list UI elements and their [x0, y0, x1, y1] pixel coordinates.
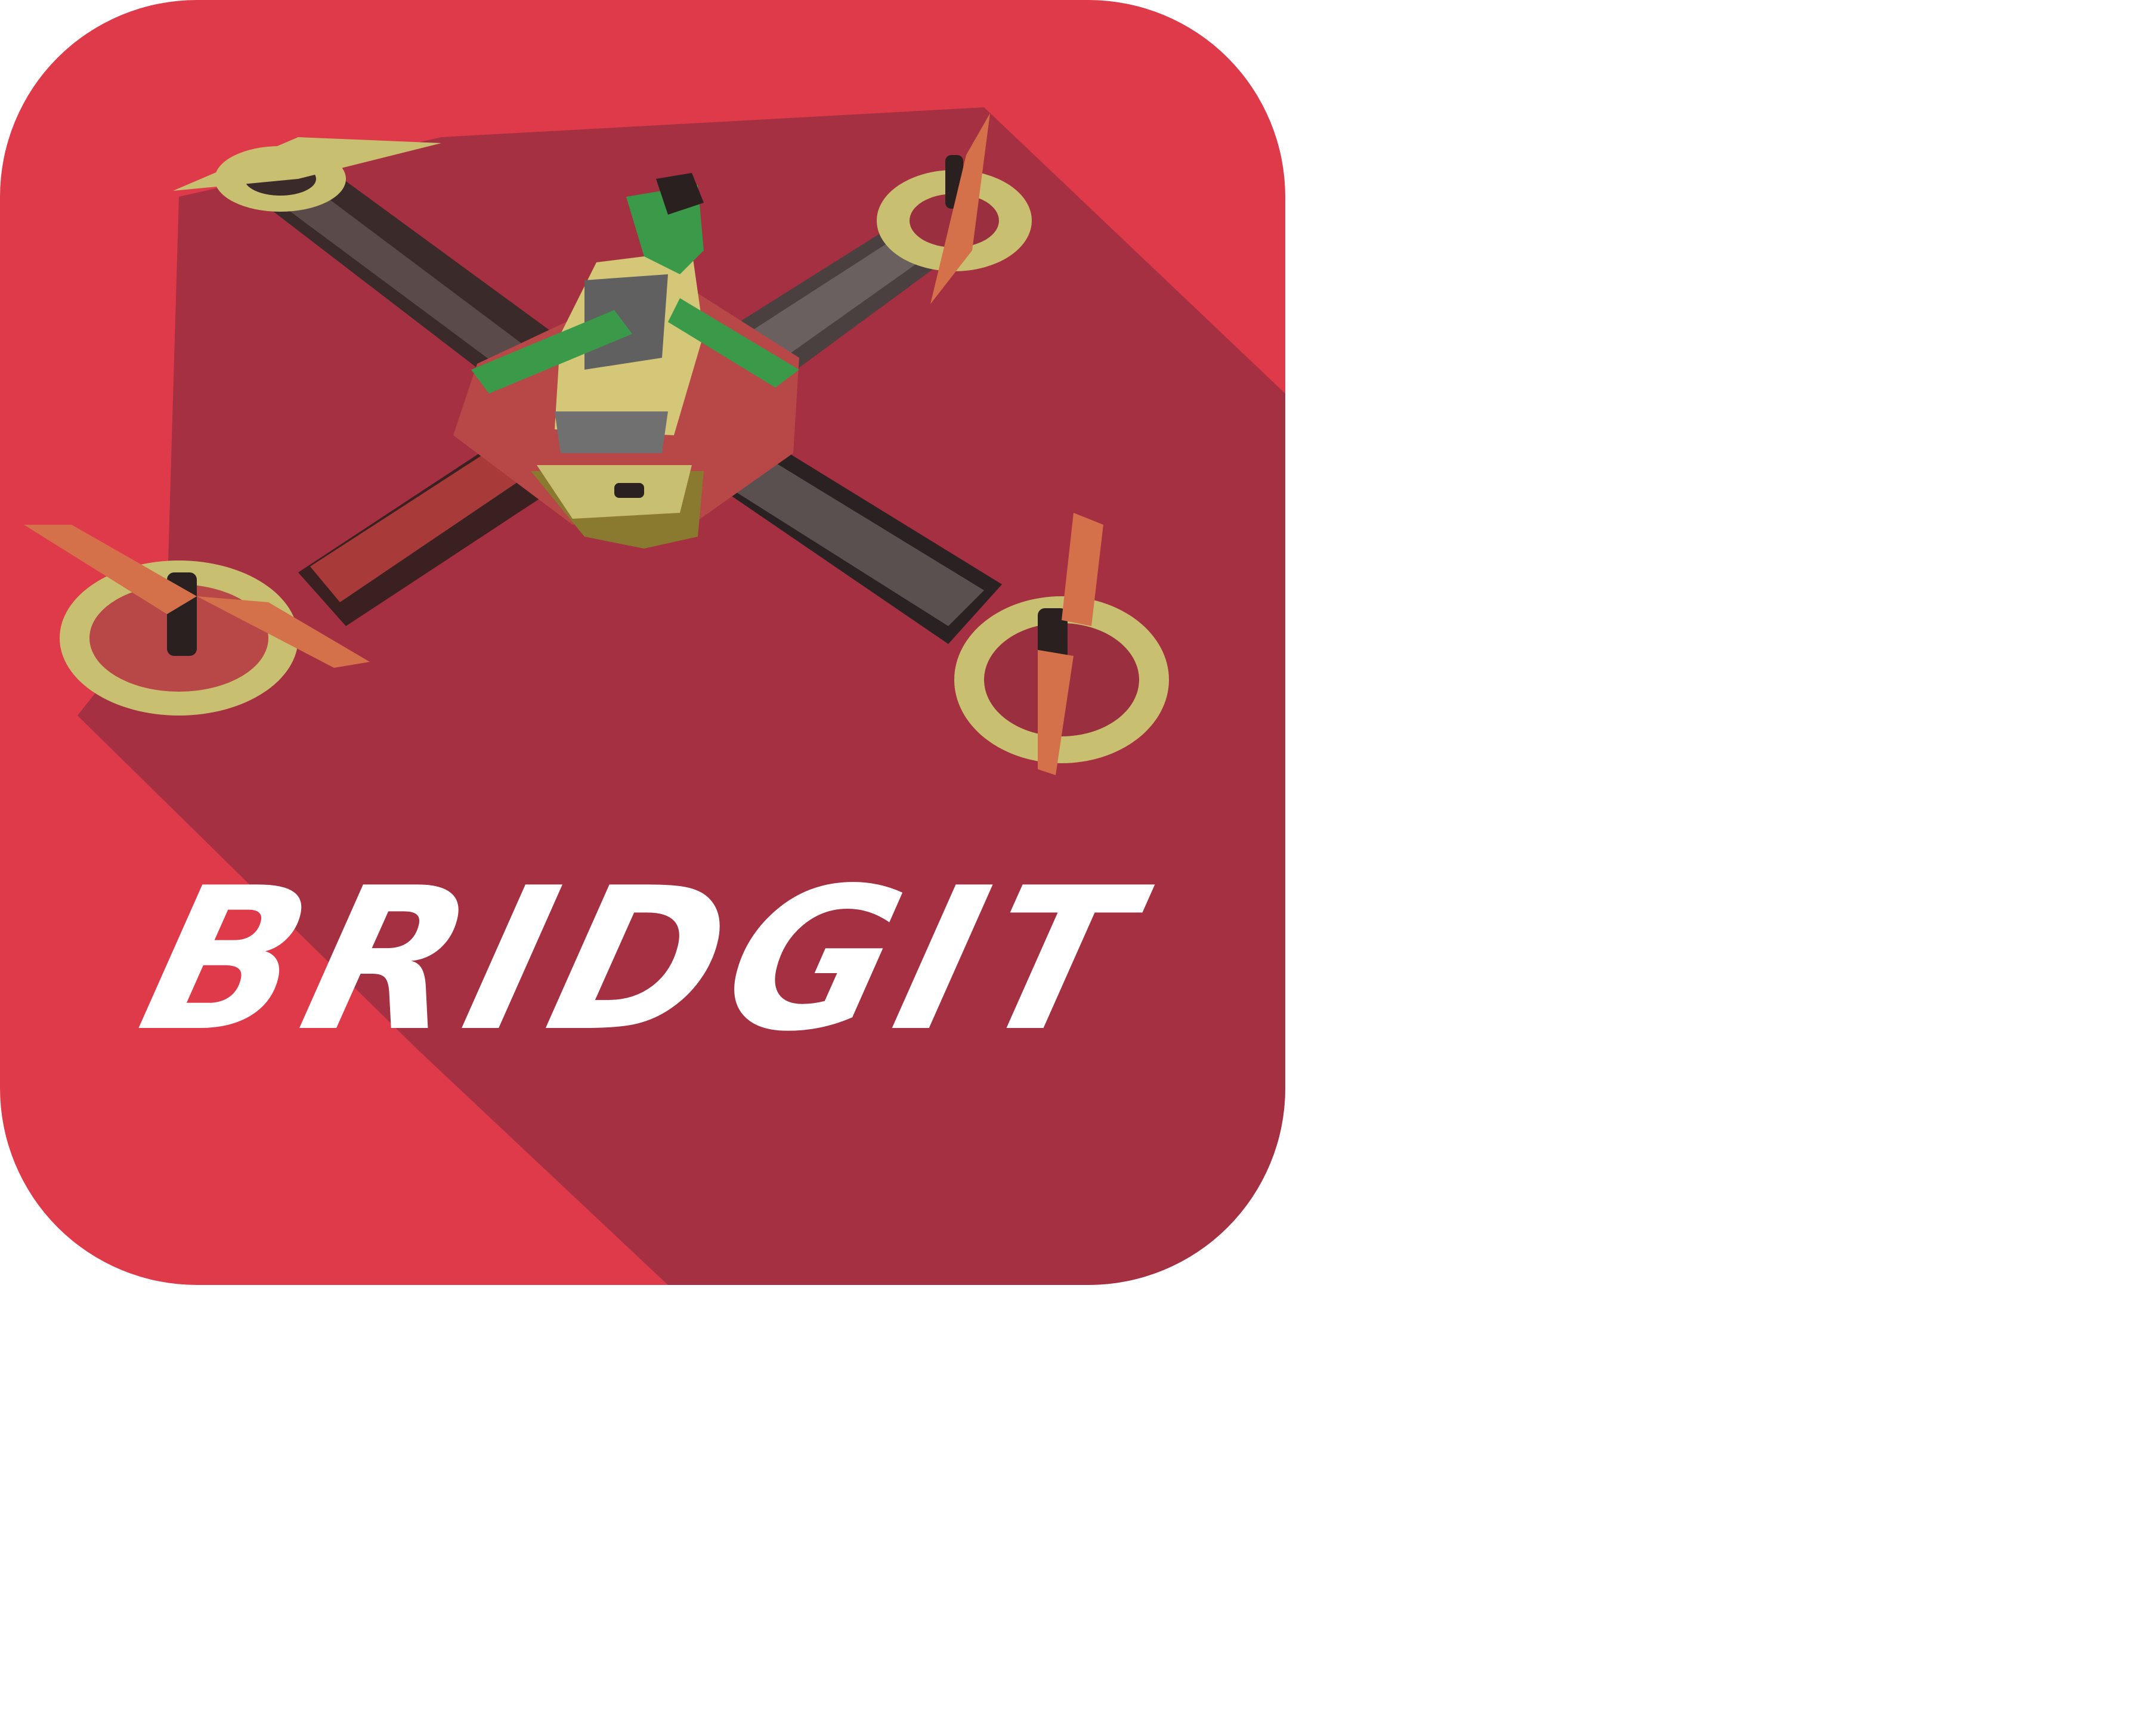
motor-mount-front-left — [60, 560, 298, 716]
quadcopter-drone-icon — [24, 107, 1285, 1285]
app-icon: BRIDGIT — [0, 0, 1285, 1285]
app-wordmark: BRIDGIT — [123, 846, 1162, 1074]
